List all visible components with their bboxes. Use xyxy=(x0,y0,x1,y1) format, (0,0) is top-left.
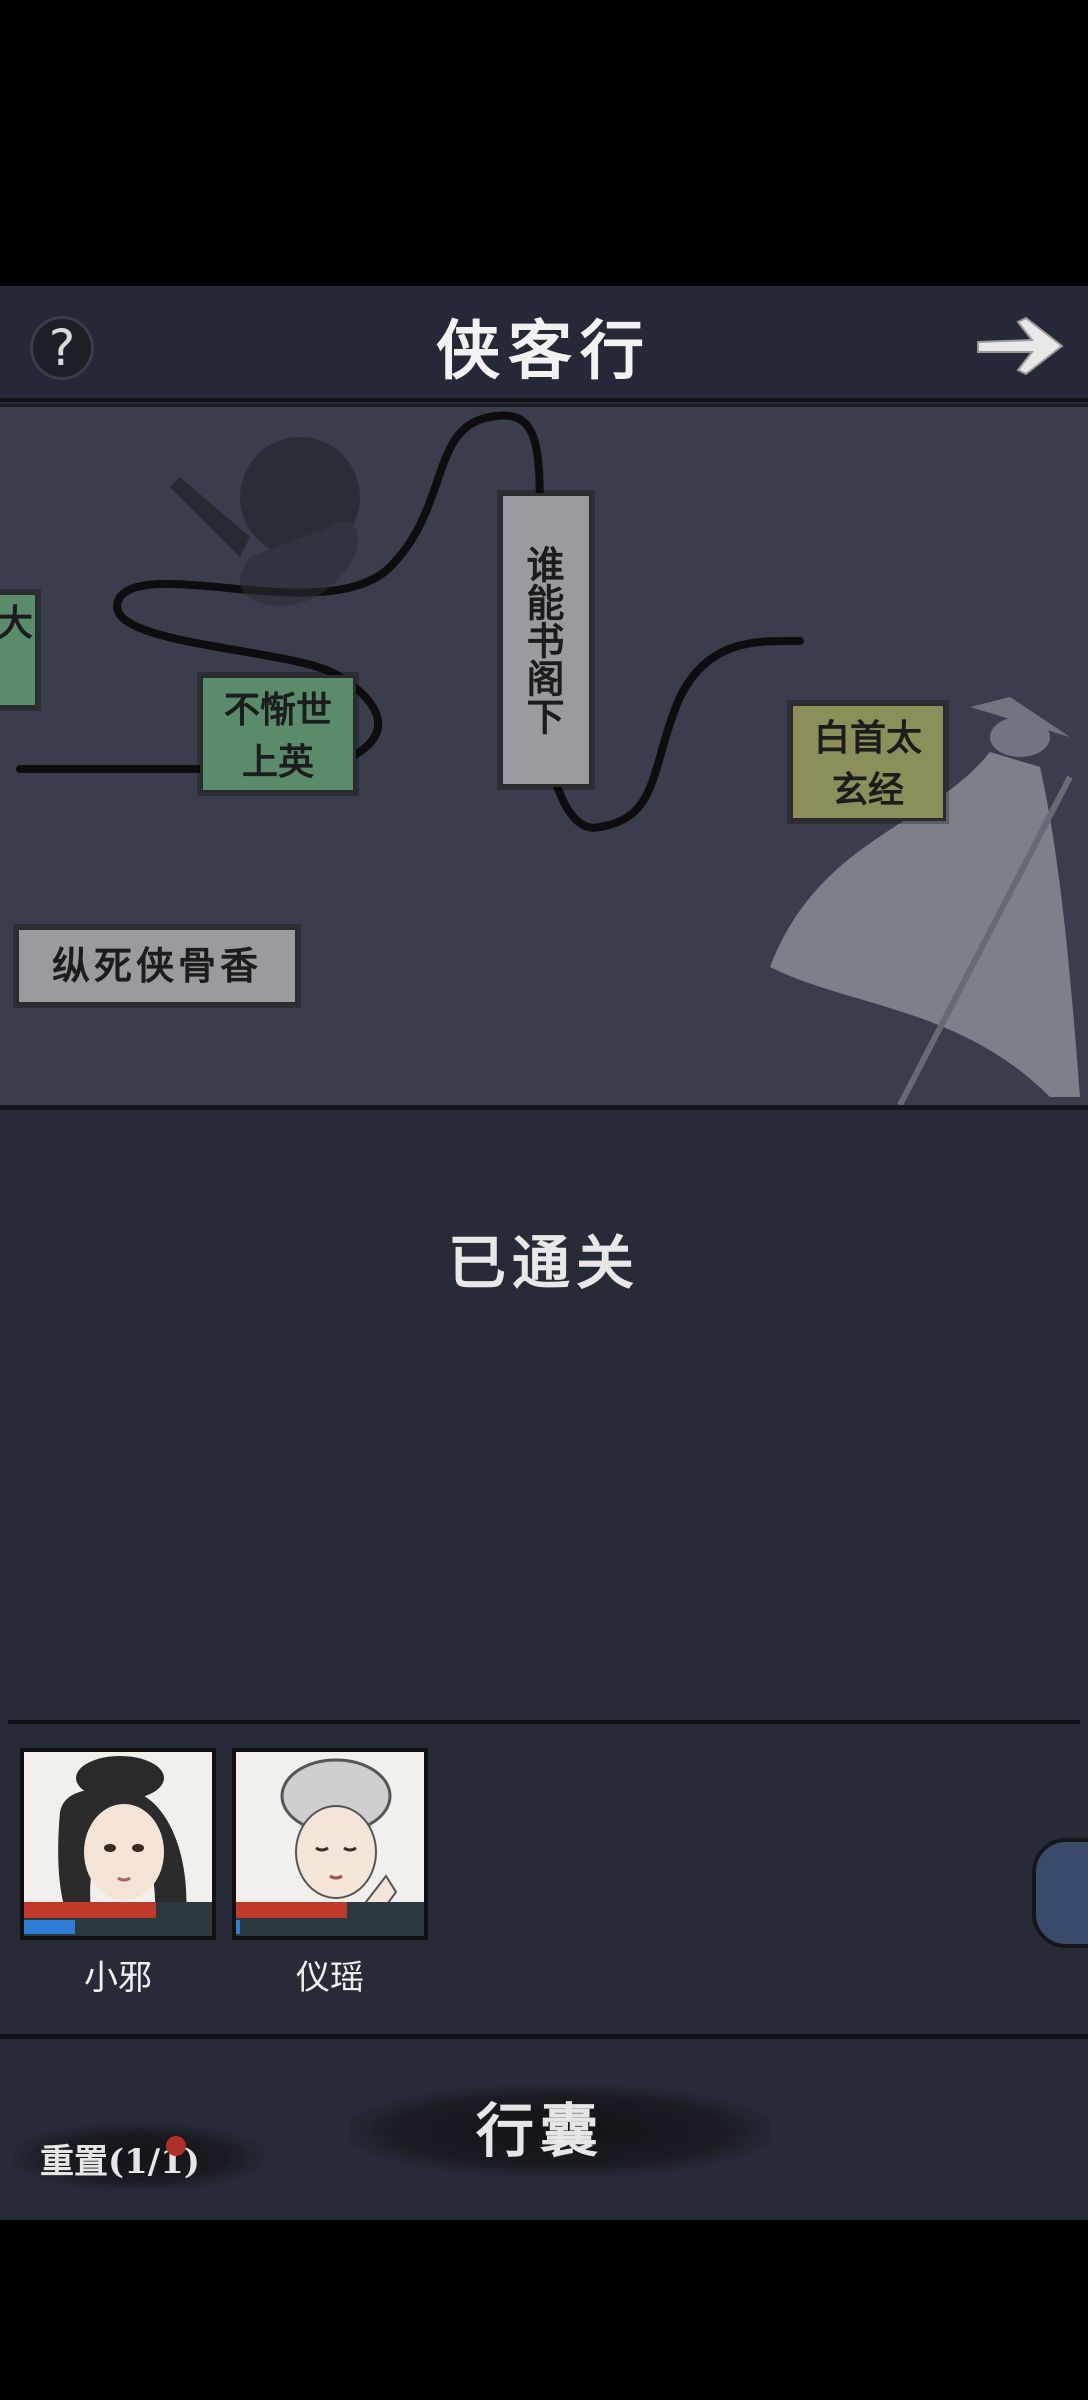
status-bars xyxy=(24,1902,212,1936)
arrow-right-icon[interactable] xyxy=(974,314,1066,378)
member-name: 小邪 xyxy=(84,1958,152,1998)
party-member-xiaoxie[interactable]: 小邪 xyxy=(20,1748,220,1999)
warrior-illustration xyxy=(170,437,360,606)
divider xyxy=(0,2034,1088,2039)
avatar[interactable] xyxy=(232,1748,428,1940)
party-member-yiyao[interactable]: 仪瑶 xyxy=(232,1748,432,1999)
side-panel-tab[interactable] xyxy=(1032,1838,1088,1948)
stage-node-1[interactable]: 纵死侠骨香 xyxy=(16,927,298,1005)
divider xyxy=(8,1720,1080,1724)
bag-button[interactable]: 行囊 xyxy=(350,2086,730,2176)
avatar[interactable] xyxy=(20,1748,216,1940)
page-title: 侠客行 xyxy=(436,314,652,389)
stage-node-3[interactable]: 谁能书阁下 xyxy=(500,493,592,787)
stage-node-2[interactable]: 不惭世上英 xyxy=(200,675,356,793)
hp-bar xyxy=(236,1902,347,1918)
game-screen: ? 侠客行 大 不惭世上英 谁能书阁下 白首太玄经 纵死侠骨香 已通关 小邪 仪… xyxy=(0,286,1088,2220)
hp-bar xyxy=(24,1902,156,1918)
mp-bar xyxy=(24,1920,75,1934)
header-bar: ? 侠客行 xyxy=(0,286,1088,402)
cleared-status: 已通关 xyxy=(447,1229,640,1297)
status-bars xyxy=(236,1902,424,1936)
notification-dot xyxy=(166,2136,186,2156)
question-icon[interactable]: ? xyxy=(30,316,94,380)
stage-map: 大 不惭世上英 谁能书阁下 白首太玄经 纵死侠骨香 xyxy=(0,404,1088,1110)
stage-node-partial[interactable]: 大 xyxy=(0,592,38,708)
stage-node-4[interactable]: 白首太玄经 xyxy=(790,703,946,821)
mp-bar xyxy=(236,1920,240,1934)
member-name: 仪瑶 xyxy=(296,1958,364,1998)
